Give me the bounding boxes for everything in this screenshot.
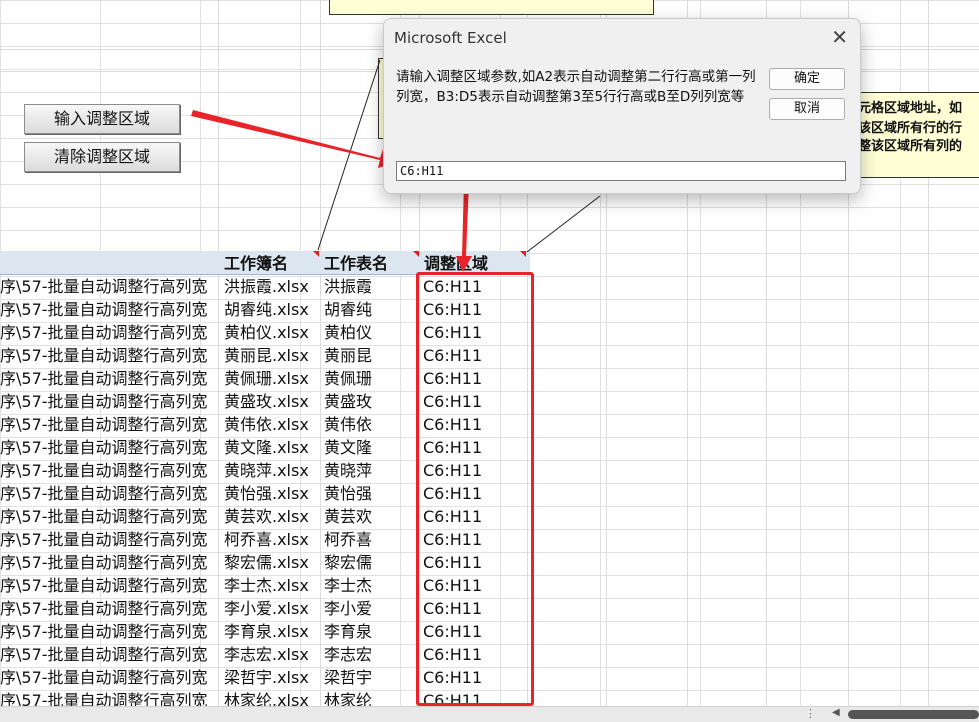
input-dialog: Microsoft Excel ✕ 请输入调整区域参数,如A2表示自动调整第二行… [383, 18, 861, 194]
comment-connector [526, 195, 601, 253]
arrow-to-input [191, 110, 400, 168]
comment-connector [317, 59, 381, 251]
close-icon[interactable]: ✕ [831, 25, 848, 49]
scroll-left-icon[interactable]: ◀ [832, 707, 840, 718]
arrow-to-column [456, 182, 472, 272]
cancel-button[interactable]: 取消 [769, 98, 845, 120]
more-icon[interactable]: ⋮ [805, 707, 816, 720]
ok-button[interactable]: 确定 [769, 68, 845, 90]
horizontal-scrollbar[interactable]: ⋮ ◀ [0, 706, 979, 722]
region-input[interactable]: C6:H11 [396, 161, 846, 181]
scroll-thumb[interactable] [848, 710, 979, 719]
dialog-prompt: 请输入调整区域参数,如A2表示自动调整第二行行高或第一列列宽，B3:D5表示自动… [396, 69, 756, 105]
dialog-title: Microsoft Excel [394, 29, 507, 47]
